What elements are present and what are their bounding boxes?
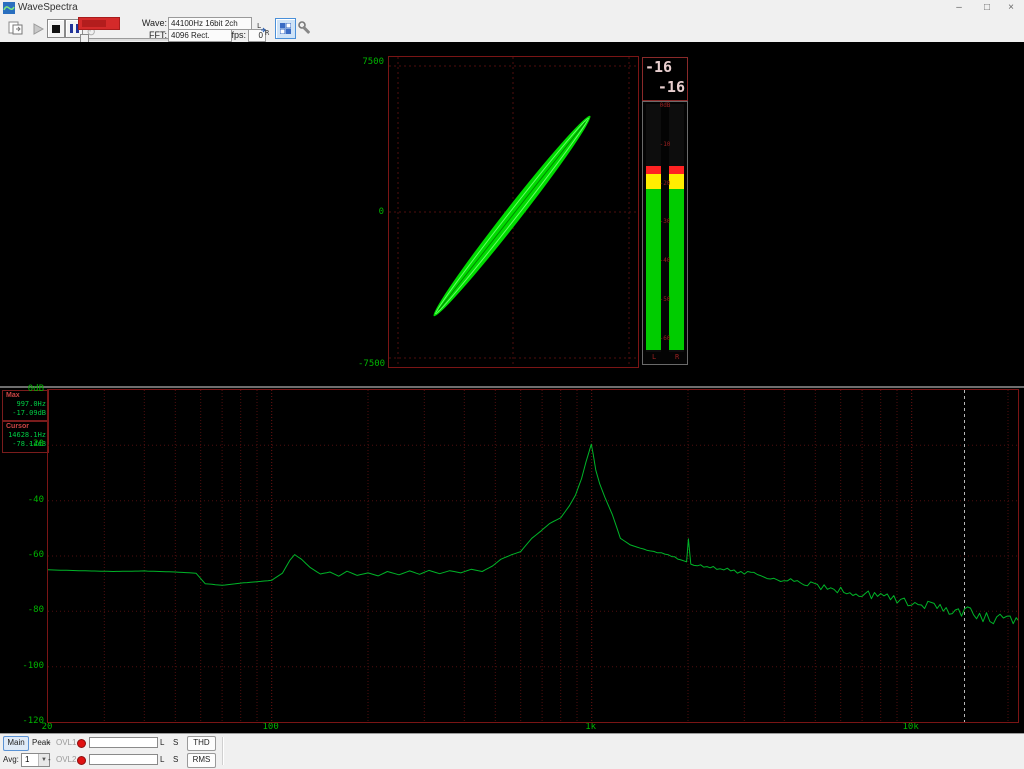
ovl2-input[interactable] bbox=[89, 754, 158, 765]
avg-label: Avg: bbox=[3, 753, 19, 766]
meter-scale-label: -30 bbox=[657, 218, 673, 225]
meter-scale-label: -40 bbox=[657, 257, 673, 264]
meter-channel-label-right: R bbox=[675, 353, 679, 361]
title-bar: WaveSpectra – □ × bbox=[0, 0, 1024, 16]
lissajous-axis-line bbox=[439, 122, 586, 310]
fft-label: FFT: bbox=[141, 30, 167, 40]
wrench-icon bbox=[298, 21, 312, 36]
l-button-1[interactable]: L bbox=[160, 736, 164, 749]
meter-scale-label: -50 bbox=[657, 296, 673, 303]
open-file-icon bbox=[7, 20, 25, 36]
display-settings-button[interactable] bbox=[275, 18, 296, 39]
app-icon bbox=[3, 2, 15, 14]
level-meter-panel[interactable]: -16 -16 0dB -10 -20 -30 -40 -50 -60 L R bbox=[642, 57, 688, 365]
open-file-button[interactable] bbox=[5, 19, 27, 37]
svg-text:R: R bbox=[265, 29, 270, 36]
level-meter-scale: 0dB -10 -20 -30 -40 -50 -60 bbox=[659, 104, 671, 352]
ovl2-indicator bbox=[77, 756, 86, 765]
maximize-button[interactable]: □ bbox=[976, 0, 998, 15]
lr-channel-icon: L R bbox=[257, 21, 272, 36]
meter-scale-label: -60 bbox=[657, 335, 673, 342]
spectrum-x-tick: 20 bbox=[35, 723, 59, 732]
peak-level-left: -16 bbox=[645, 59, 672, 76]
meter-channel-label-left: L bbox=[652, 353, 656, 361]
position-display-text bbox=[82, 20, 106, 27]
peak-level-right: -16 bbox=[658, 79, 685, 96]
meter-scale-label: -10 bbox=[657, 141, 673, 148]
ovl2-label: OVL2 bbox=[56, 753, 76, 766]
l-button-2[interactable]: L bbox=[160, 753, 164, 766]
spectrum-display[interactable] bbox=[47, 389, 1019, 723]
thd-button[interactable]: THD bbox=[187, 736, 216, 751]
ovl1-indicator bbox=[77, 739, 86, 748]
lr-channel-button[interactable]: L R bbox=[256, 20, 273, 37]
spectrum-x-tick: 10k bbox=[899, 723, 923, 732]
svg-text:L: L bbox=[257, 22, 261, 30]
s-button-1[interactable]: S bbox=[173, 736, 178, 749]
spectrum-area: Max 997.0Hz -17.09dB Cursor 14628.1Hz -7… bbox=[0, 388, 1024, 733]
level-meter-readout: -16 -16 bbox=[642, 57, 688, 101]
play-button[interactable] bbox=[30, 21, 46, 36]
rms-button[interactable]: RMS bbox=[187, 753, 216, 768]
avg-select[interactable]: 1 ▼ bbox=[21, 753, 50, 767]
fft-info-value: 4096 Rect. bbox=[168, 29, 232, 42]
lissajous-display[interactable] bbox=[388, 56, 639, 368]
stop-icon bbox=[52, 25, 60, 33]
position-display bbox=[78, 17, 120, 30]
meter-scale-label: -20 bbox=[657, 180, 673, 187]
dash-1: - bbox=[48, 736, 51, 749]
stop-button[interactable] bbox=[47, 19, 65, 38]
fps-label: fps: bbox=[228, 30, 246, 40]
config-button[interactable] bbox=[297, 20, 312, 37]
spectrum-trace bbox=[48, 444, 1018, 624]
ovl1-label: OVL1 bbox=[56, 736, 76, 749]
wave-label: Wave: bbox=[141, 18, 167, 28]
s-button-2[interactable]: S bbox=[173, 753, 178, 766]
toolbar: ↻ Wave: 44100Hz 16bit 2ch FFT: 4096 Rect… bbox=[0, 16, 1024, 43]
meter-segment bbox=[669, 189, 684, 350]
close-button[interactable]: × bbox=[1000, 0, 1022, 15]
lissajous-y-label-top: 7500 bbox=[358, 58, 384, 67]
dash-2: - bbox=[48, 753, 51, 766]
level-meter-scale-box: 0dB -10 -20 -30 -40 -50 -60 L R bbox=[642, 101, 688, 365]
minimize-button[interactable]: – bbox=[948, 0, 970, 15]
display-settings-icon bbox=[280, 23, 291, 34]
meter-scale-label: 0dB bbox=[657, 102, 673, 109]
window-title: WaveSpectra bbox=[18, 2, 78, 13]
statusbar-separator bbox=[222, 737, 224, 765]
lissajous-y-label-bottom: -7500 bbox=[358, 360, 384, 369]
status-bar: Main Peak - OVL1 L S THD Avg: 1 ▼ - OVL2… bbox=[0, 733, 1024, 769]
meter-segment bbox=[669, 166, 684, 174]
avg-select-value: 1 bbox=[22, 755, 29, 764]
scope-area: 7500 0 -7500 -16 -16 0dB-10-20-30-40-50-… bbox=[0, 42, 1024, 386]
lissajous-figure bbox=[428, 111, 597, 321]
spectrum-x-tick: 1k bbox=[579, 723, 603, 732]
spectrum-x-tick: 100 bbox=[259, 723, 283, 732]
play-icon bbox=[32, 23, 44, 35]
main-button[interactable]: Main bbox=[3, 736, 29, 751]
lissajous-y-label-zero: 0 bbox=[358, 208, 384, 217]
ovl1-input[interactable] bbox=[89, 737, 158, 748]
